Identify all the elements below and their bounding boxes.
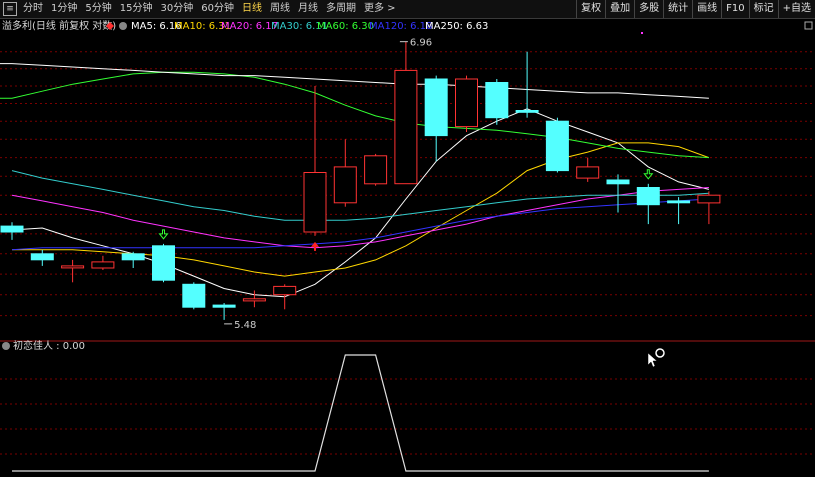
toolbar-button-7[interactable]: +自选 bbox=[777, 0, 815, 18]
ma-label-6: MA250: 6.63 bbox=[425, 21, 488, 32]
candle-body-11 bbox=[333, 166, 357, 204]
toolbar-button-1[interactable]: 叠加 bbox=[605, 0, 634, 18]
candle-9 bbox=[273, 284, 297, 310]
candle-body-12 bbox=[364, 155, 388, 185]
panel-toggle-icon bbox=[804, 21, 813, 30]
candle-17 bbox=[515, 51, 539, 118]
candle-body-18 bbox=[545, 120, 569, 172]
candle-body-20 bbox=[606, 179, 630, 185]
sell-arrow-icon-0 bbox=[158, 229, 169, 240]
candle-3 bbox=[91, 255, 115, 270]
indicator-settings-icon bbox=[2, 342, 10, 350]
ma-line-ma250 bbox=[0, 63, 709, 99]
menu-icon[interactable]: ≡ bbox=[3, 2, 17, 16]
ma-line-ma20 bbox=[11, 187, 709, 249]
candle-5 bbox=[152, 243, 175, 283]
candle-body-23 bbox=[697, 194, 721, 204]
sell-arrow-icon-1 bbox=[643, 169, 654, 180]
stock-title: 溢多利(日线 前复权 对数) bbox=[2, 19, 116, 32]
candle-body-3 bbox=[91, 261, 115, 269]
toolbar-button-4[interactable]: 画线 bbox=[692, 0, 721, 18]
marker-dot bbox=[641, 32, 643, 34]
period-tab-0[interactable]: 分时 bbox=[19, 0, 47, 18]
candle-6 bbox=[182, 282, 206, 310]
candle-body-10 bbox=[303, 172, 327, 233]
candle-22 bbox=[667, 197, 691, 225]
period-tabs: 分时 1分钟 5分钟 15分钟 30分钟 60分钟 日线 周线 月线 多周期 更多 > bbox=[19, 0, 400, 18]
cursor-arrow bbox=[647, 352, 658, 368]
candle-body-2 bbox=[61, 265, 85, 269]
candle-13 bbox=[394, 41, 418, 185]
candle-23 bbox=[697, 191, 721, 225]
candle-body-14 bbox=[424, 78, 448, 137]
toolbar-button-0[interactable]: 复权 bbox=[576, 0, 605, 18]
candle-body-5 bbox=[152, 245, 175, 281]
candle-2 bbox=[61, 259, 85, 283]
candle-14 bbox=[424, 75, 448, 162]
indicator-label: 初恋佳人 : 0.00 bbox=[13, 339, 85, 352]
toolbar-button-5[interactable]: F10 bbox=[721, 0, 748, 18]
candle-1 bbox=[30, 249, 54, 266]
period-tab-3[interactable]: 15分钟 bbox=[116, 0, 157, 18]
period-toolbar: ≡ 分时 1分钟 5分钟 15分钟 30分钟 60分钟 日线 周线 月线 多周期 更多 > 复权 叠加… bbox=[0, 0, 815, 19]
candle-body-13 bbox=[394, 69, 418, 185]
period-tab-8[interactable]: 月线 bbox=[294, 0, 322, 18]
candle-18 bbox=[545, 117, 569, 173]
period-tab-2[interactable]: 5分钟 bbox=[81, 0, 115, 18]
candle-body-0 bbox=[0, 225, 24, 233]
period-tab-5[interactable]: 60分钟 bbox=[197, 0, 238, 18]
candle-11 bbox=[333, 139, 357, 207]
candle-body-17 bbox=[515, 110, 539, 113]
candle-7 bbox=[212, 303, 236, 320]
candle-body-22 bbox=[667, 200, 691, 204]
candle-4 bbox=[121, 251, 145, 268]
ma-line-ma10 bbox=[12, 142, 710, 277]
period-tab-1[interactable]: 1分钟 bbox=[47, 0, 81, 18]
period-tab-10[interactable]: 更多 > bbox=[360, 0, 400, 18]
candles bbox=[0, 41, 721, 320]
settings-dot-icon bbox=[119, 22, 127, 30]
toolbar-button-3[interactable]: 统计 bbox=[663, 0, 692, 18]
candle-body-7 bbox=[212, 304, 236, 308]
candle-15 bbox=[455, 75, 478, 132]
period-tab-4[interactable]: 30分钟 bbox=[156, 0, 197, 18]
chart-area[interactable]: 6.96 5.48 溢多利(日线 前复权 对数) MA5: 6.16 MA10: 6.… bbox=[0, 19, 815, 474]
candle-0 bbox=[0, 222, 24, 240]
ma-line-ma5 bbox=[11, 108, 710, 298]
candle-body-9 bbox=[273, 285, 297, 296]
candle-body-21 bbox=[636, 187, 660, 206]
candle-21 bbox=[636, 183, 660, 225]
high-price-label: 6.96 bbox=[410, 38, 432, 49]
candle-20 bbox=[606, 174, 630, 213]
candle-12 bbox=[364, 153, 388, 186]
toolbar-right-buttons: 复权 叠加 多股 统计 画线 F10 标记 +自选 bbox=[576, 0, 815, 18]
cursor-ring bbox=[655, 348, 665, 358]
toolbar-button-6[interactable]: 标记 bbox=[748, 0, 778, 18]
low-price-label: 5.48 bbox=[234, 320, 256, 331]
ma-label-4: MA60: 6.30 bbox=[317, 21, 374, 32]
ma-label-5: MA120: 6.18 bbox=[369, 21, 432, 32]
toolbar-button-2[interactable]: 多股 bbox=[634, 0, 663, 18]
candle-body-4 bbox=[121, 253, 145, 261]
candle-19 bbox=[576, 157, 600, 182]
kline-chart[interactable]: 6.965.48 溢多利(日线 前复权 对数) MA5: 6.16MA10: 6.… bbox=[0, 19, 815, 474]
indicator-panel bbox=[12, 348, 709, 472]
candle-16 bbox=[485, 79, 509, 125]
ma-line-ma60 bbox=[0, 71, 709, 159]
period-tab-9[interactable]: 多周期 bbox=[322, 0, 360, 18]
mouse-cursor-icon bbox=[647, 348, 665, 368]
candle-10 bbox=[303, 86, 327, 236]
candle-body-1 bbox=[30, 253, 54, 261]
ma-line-ma120 bbox=[11, 198, 709, 251]
candle-body-8 bbox=[242, 298, 266, 302]
candle-body-6 bbox=[182, 283, 206, 308]
period-tab-6[interactable]: 日线 bbox=[238, 0, 266, 18]
candle-body-16 bbox=[485, 82, 509, 119]
period-tab-7[interactable]: 周线 bbox=[266, 0, 294, 18]
candle-body-19 bbox=[576, 166, 600, 179]
candle-body-15 bbox=[455, 78, 478, 128]
ma-label-2: MA20: 6.17 bbox=[221, 21, 278, 32]
